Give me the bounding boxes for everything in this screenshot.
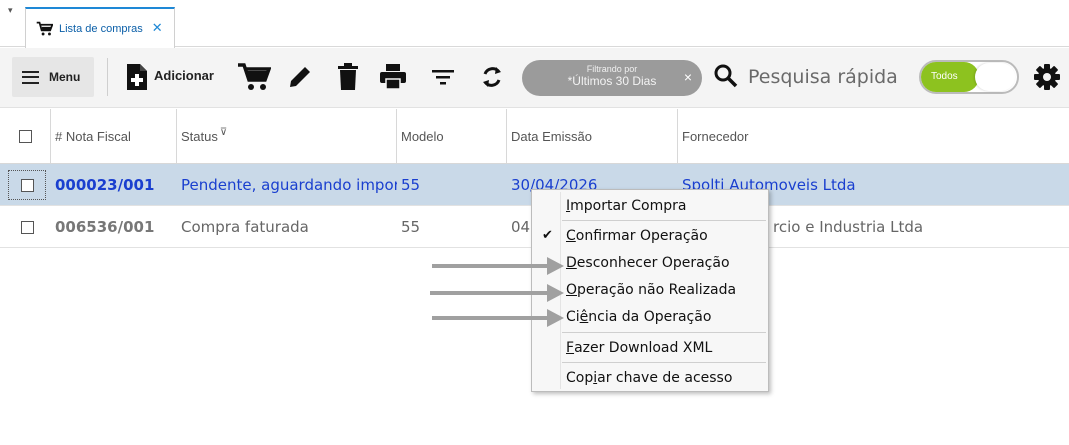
todos-toggle[interactable]: Todos [919,60,1019,94]
toolbar-separator [107,58,108,96]
toggle-knob [975,63,1015,91]
cell-status: Compra faturada [181,217,309,236]
add-button-label[interactable]: Adicionar [154,68,214,83]
row-select-cell [8,170,46,200]
cell-modelo: 55 [401,217,421,236]
hamburger-icon [22,70,39,84]
table-header: # Nota Fiscal Status ⊽ Modelo Data Emissã… [0,109,1069,164]
tab-dropdown-icon[interactable]: ▾ [8,6,13,16]
edit-pencil-icon[interactable] [285,62,315,92]
trash-icon[interactable] [333,62,363,92]
add-file-icon[interactable] [122,62,152,92]
row-checkbox[interactable] [20,178,34,192]
cart-icon [36,21,53,35]
select-all-cell [0,109,51,163]
menu-item-confirmar-operacao[interactable]: ✔ Confirmar Operação [532,222,768,249]
tab-strip: ▾ Lista de compras ✕ [0,0,1069,48]
cell-modelo: 55 [401,175,421,194]
filter-value: *Últimos 30 Dias [567,74,657,88]
search-icon[interactable] [713,63,739,89]
row-checkbox[interactable] [20,220,34,234]
cell-fornecedor: rcio e Industria Ltda [773,217,924,236]
menu-button[interactable]: Menu [12,57,94,97]
tab-lista-de-compras[interactable]: Lista de compras ✕ [25,7,175,48]
menu-label: Menu [49,70,81,84]
select-all-checkbox[interactable] [18,129,32,143]
col-header-modelo[interactable]: Modelo [397,109,507,163]
cell-nota-fiscal: 006536/001 [55,217,155,236]
toggle-label: Todos [921,62,979,92]
active-filter-chip[interactable]: Filtrando por *Últimos 30 Dias × [522,60,702,96]
filter-caption: Filtrando por [586,64,638,74]
menu-separator [562,362,766,363]
check-icon: ✔ [542,228,553,243]
row-select-cell [8,212,46,242]
print-icon[interactable] [378,62,408,92]
quick-search-input[interactable] [748,62,918,92]
tab-close-icon[interactable]: ✕ [152,21,163,36]
column-filter-icon[interactable]: ⊽ [220,127,227,138]
gear-icon[interactable] [1033,63,1061,91]
menu-item-importar-compra[interactable]: Importar Compra [532,192,768,219]
menu-item-copiar-chave-de-acesso[interactable]: Cop i ar chave de acesso [532,364,768,391]
menu-separator [562,332,766,333]
refresh-icon[interactable] [477,62,507,92]
col-header-status[interactable]: Status ⊽ [177,109,397,163]
toolbar: Menu Adicionar Filtrando por *Últimos 30… [0,48,1069,108]
cell-status: Pendente, aguardando importação [181,175,397,194]
filter-close-icon[interactable]: × [684,69,692,85]
col-header-nota-fiscal[interactable]: # Nota Fiscal [51,109,177,163]
menu-separator [562,220,766,221]
col-header-fornecedor[interactable]: Fornecedor [678,109,1069,163]
menu-item-fazer-download-xml[interactable]: Fazer Download XML [532,334,768,361]
tab-label: Lista de compras [59,22,143,35]
annotation-arrows [430,257,564,327]
col-header-data-emissao[interactable]: Data Emissão [507,109,678,163]
cell-nota-fiscal: 000023/001 [55,175,155,194]
cart-icon[interactable] [236,62,272,92]
filter-icon[interactable] [428,62,458,92]
